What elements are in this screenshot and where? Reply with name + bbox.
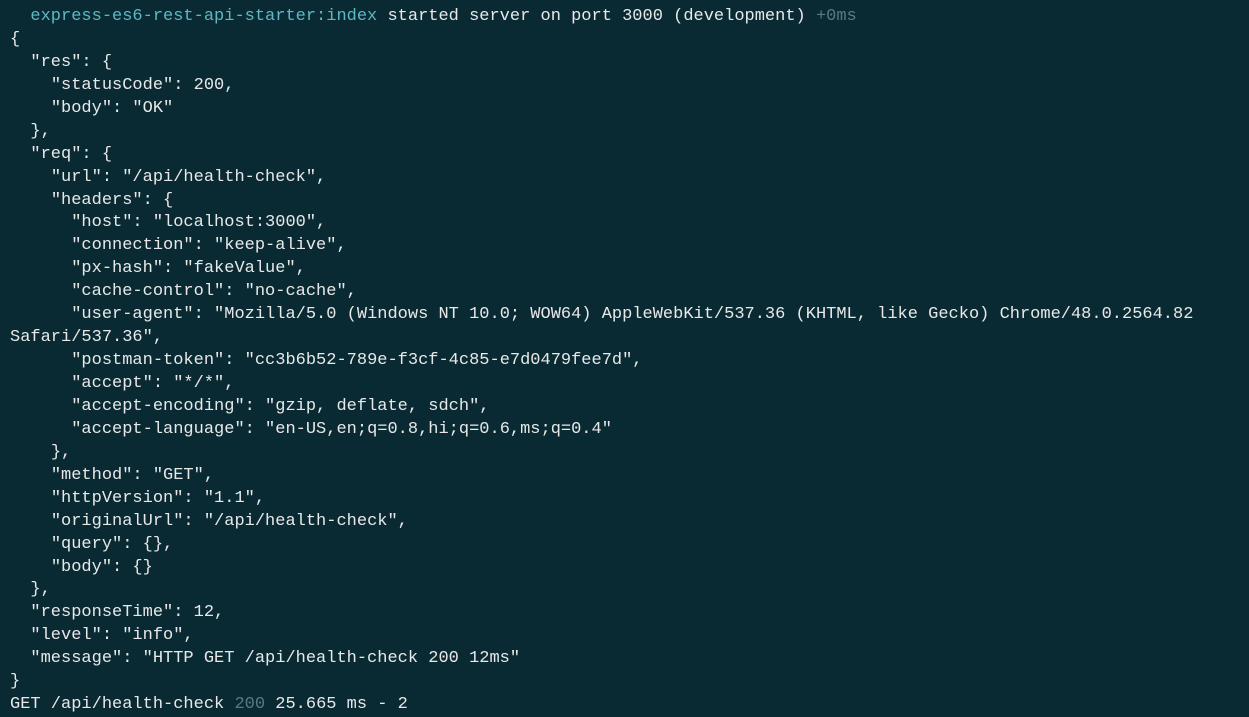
morgan-status: 200 — [234, 695, 265, 714]
server-start-line: express-es6-rest-api-starter:index start… — [10, 7, 857, 26]
startup-message: started server on port 3000 (development… — [387, 7, 805, 26]
morgan-method-path: GET /api/health-check — [10, 695, 224, 714]
startup-timing: +0ms — [816, 7, 857, 26]
debug-namespace: express-es6-rest-api-starter:index — [30, 7, 377, 26]
terminal-output: express-es6-rest-api-starter:index start… — [10, 7, 1204, 714]
json-log-output: { "res": { "statusCode": 200, "body": "O… — [10, 30, 1204, 691]
morgan-suffix: 25.665 ms - 2 — [275, 695, 408, 714]
morgan-log-line: GET /api/health-check 200 25.665 ms - 2 — [10, 695, 408, 714]
